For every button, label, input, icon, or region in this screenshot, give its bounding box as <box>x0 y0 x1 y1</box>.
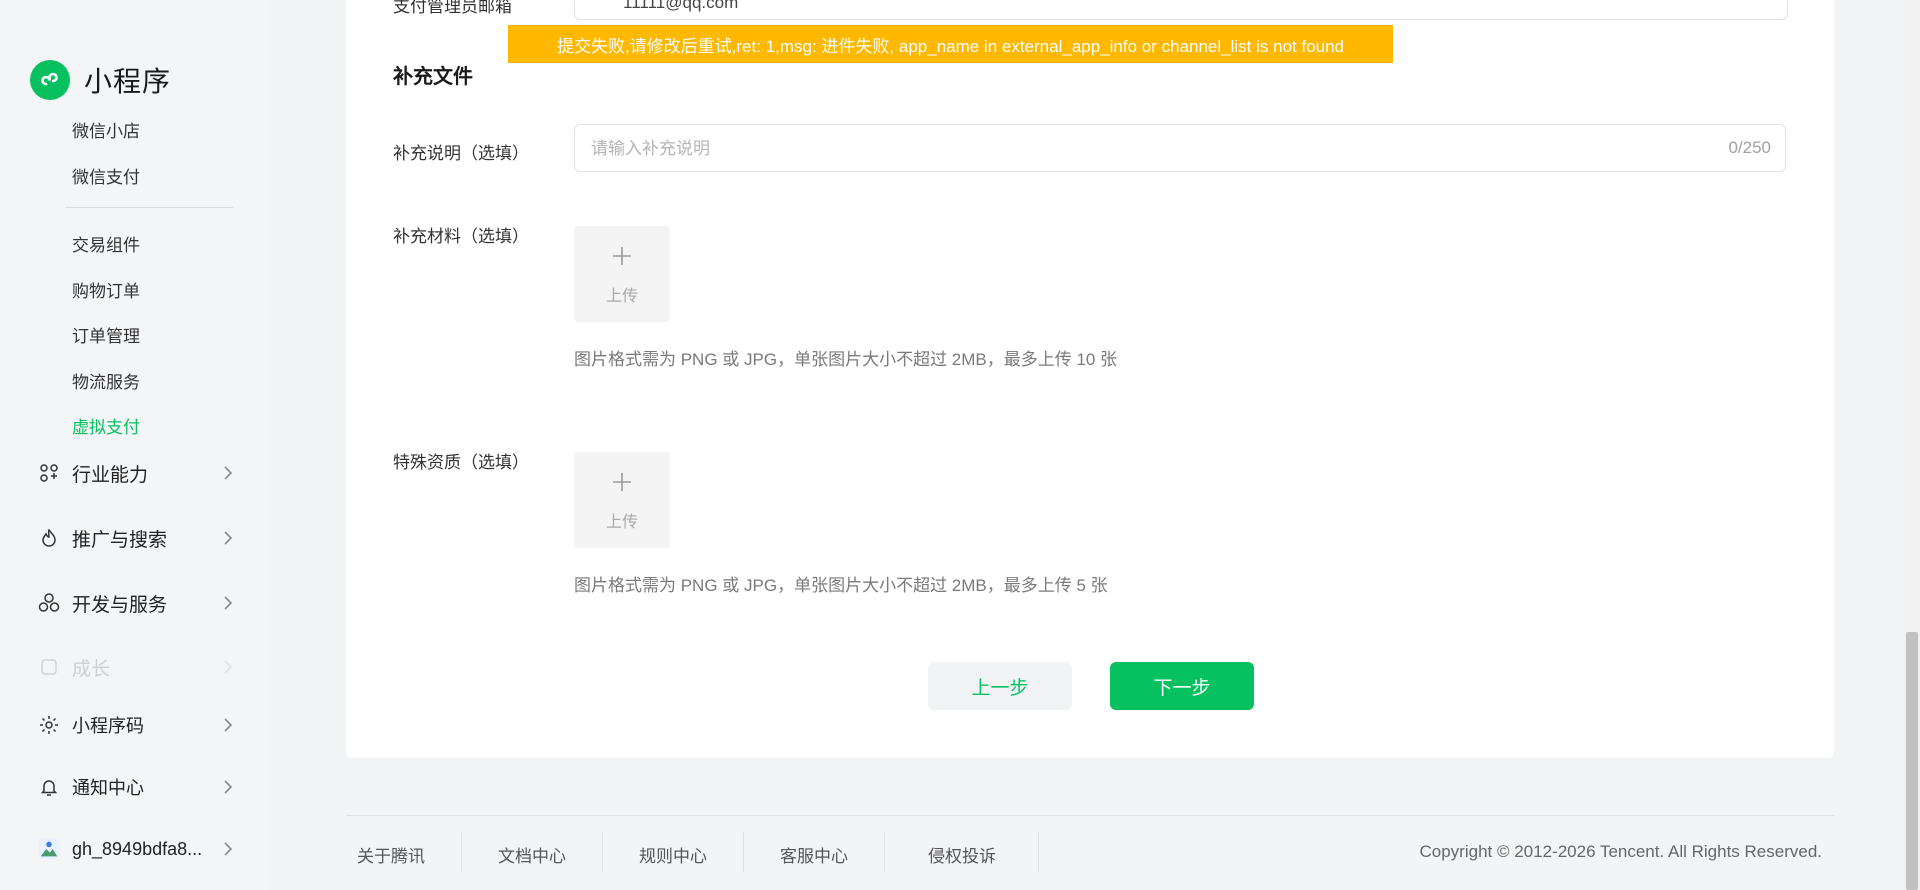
app-title: 小程序 <box>84 66 172 97</box>
sidebar-item-label: 通知中心 <box>72 778 144 798</box>
mini-program-logo-icon <box>30 60 70 100</box>
admin-email-value: 11111@qq.com <box>623 0 739 12</box>
sidebar: 小程序 微信小店 微信支付 交易组件 购物订单 订单管理 物流服务 虚拟支付 行… <box>0 0 270 890</box>
sidebar-item-growth[interactable]: 成长 <box>38 652 238 682</box>
chevron-right-icon <box>218 463 238 483</box>
form-card <box>346 0 1834 758</box>
copyright-text: Copyright © 2012-2026 Tencent. All Right… <box>1419 842 1823 861</box>
sidebar-item-label: 推广与搜索 <box>72 529 168 551</box>
desc-field-wrapper[interactable]: 0/250 <box>574 124 1786 173</box>
sidebar-item-notification[interactable]: 通知中心 <box>38 772 238 802</box>
materials-hint: 图片格式需为 PNG 或 JPG，单张图片大小不超过 2MB，最多上传 10 张 <box>574 350 1118 369</box>
chevron-right-icon <box>218 528 238 548</box>
footer-separator <box>1038 832 1039 872</box>
desc-input[interactable] <box>589 125 1713 173</box>
sidebar-item-label: 小程序码 <box>72 716 144 736</box>
sidebar-item-qrcode[interactable]: 小程序码 <box>38 710 238 740</box>
sidebar-item-virtual-payment[interactable]: 虚拟支付 <box>72 413 140 438</box>
qualification-upload-button[interactable]: 上传 <box>574 452 670 548</box>
footer-separator <box>743 832 744 872</box>
scrollbar-thumb[interactable] <box>1906 632 1918 890</box>
sidebar-item-promotion-search[interactable]: 推广与搜索 <box>38 523 238 553</box>
upload-label: 上传 <box>605 288 638 305</box>
admin-email-label: 支付管理员邮箱 <box>393 0 512 16</box>
sidebar-item-shopping-orders[interactable]: 购物订单 <box>72 277 140 302</box>
sidebar-item-weixin-pay[interactable]: 微信支付 <box>72 163 140 188</box>
chevron-right-icon <box>218 777 238 797</box>
chevron-right-icon <box>218 715 238 735</box>
footer-divider <box>346 815 1834 816</box>
sidebar-item-trade-component[interactable]: 交易组件 <box>72 231 140 256</box>
footer-separator <box>884 832 885 872</box>
upload-label: 上传 <box>605 514 638 531</box>
account-name: gh_8949bdfa8... <box>72 838 203 859</box>
sidebar-item-label: 成长 <box>72 658 111 680</box>
plus-icon <box>610 244 634 268</box>
error-toast: 提交失败,请修改后重试,ret: 1,msg: 进件失败, app_name i… <box>508 25 1393 63</box>
footer-link-support[interactable]: 客服中心 <box>780 842 848 867</box>
char-counter: 0/250 <box>1728 138 1771 157</box>
footer-separator <box>461 832 462 872</box>
plus-icon <box>610 470 634 494</box>
sidebar-item-logistics[interactable]: 物流服务 <box>72 368 140 393</box>
avatar-icon <box>38 838 60 860</box>
next-step-button[interactable]: 下一步 <box>1110 662 1254 710</box>
qualification-hint: 图片格式需为 PNG 或 JPG，单张图片大小不超过 2MB，最多上传 5 张 <box>574 576 1108 595</box>
chevron-right-icon <box>218 593 238 613</box>
dev-service-icon <box>38 592 60 614</box>
footer-separator <box>602 832 603 872</box>
admin-email-field[interactable]: 11111@qq.com <box>574 0 1788 20</box>
sidebar-item-weixin-shop[interactable]: 微信小店 <box>72 117 140 142</box>
flame-icon <box>38 527 60 549</box>
industry-icon <box>38 462 60 484</box>
sidebar-divider <box>65 207 233 208</box>
qualification-label: 特殊资质（选填） <box>393 453 529 472</box>
footer-link-rules[interactable]: 规则中心 <box>639 842 707 867</box>
footer-link-about[interactable]: 关于腾讯 <box>357 842 425 867</box>
footer-link-docs[interactable]: 文档中心 <box>498 842 566 867</box>
footer-link-infringement[interactable]: 侵权投诉 <box>928 842 996 867</box>
qrcode-icon <box>38 714 60 736</box>
materials-upload-button[interactable]: 上传 <box>574 226 670 322</box>
sidebar-item-account[interactable]: gh_8949bdfa8... <box>38 834 238 864</box>
chevron-right-icon <box>218 657 238 677</box>
sidebar-item-label: 行业能力 <box>72 464 149 486</box>
bell-icon <box>38 776 60 798</box>
sidebar-item-dev-service[interactable]: 开发与服务 <box>38 588 238 618</box>
error-toast-text: 提交失败,请修改后重试,ret: 1,msg: 进件失败, app_name i… <box>556 36 1345 56</box>
materials-label: 补充材料（选填） <box>393 227 529 246</box>
growth-icon <box>38 656 60 678</box>
prev-step-button[interactable]: 上一步 <box>928 662 1072 710</box>
desc-label: 补充说明（选填） <box>393 144 529 163</box>
section-title: 补充文件 <box>393 66 473 88</box>
sidebar-item-industry[interactable]: 行业能力 <box>38 458 238 488</box>
app-logo[interactable]: 小程序 <box>30 60 171 100</box>
chevron-right-icon <box>218 839 238 859</box>
sidebar-item-order-management[interactable]: 订单管理 <box>72 322 140 347</box>
sidebar-item-label: 开发与服务 <box>72 594 168 616</box>
